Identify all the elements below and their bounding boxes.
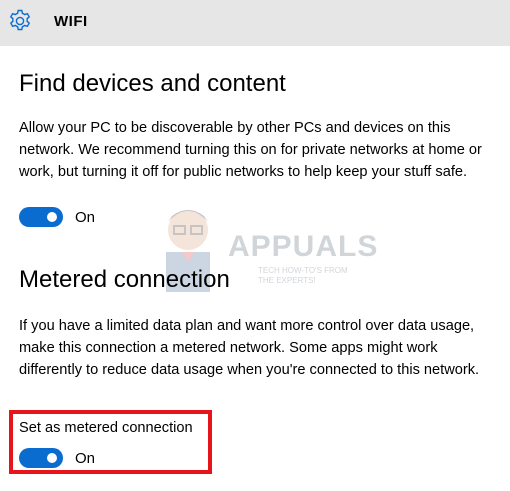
metered-toggle-state: On <box>75 449 96 467</box>
watermark-tagline: TECH HOW-TO'S FROM THE EXPERTS! <box>258 266 348 285</box>
gear-icon[interactable] <box>7 8 33 34</box>
metered-heading: Metered connection <box>19 266 230 293</box>
toggle-knob <box>47 453 57 463</box>
metered-description: If you have a limited data plan and want… <box>19 318 480 378</box>
find-devices-heading: Find devices and content <box>19 70 286 97</box>
find-devices-description: Allow your PC to be discoverable by othe… <box>19 120 482 180</box>
watermark-brand: APPUALS <box>228 230 379 263</box>
find-devices-toggle-state: On <box>75 208 96 226</box>
metered-setting-label: Set as metered connection <box>19 420 193 436</box>
title-bar: WIFI <box>0 0 510 46</box>
metered-toggle[interactable] <box>19 448 63 468</box>
find-devices-toggle[interactable] <box>19 207 63 227</box>
metered-toggle-row: On <box>19 447 95 469</box>
toggle-knob <box>47 212 57 222</box>
page-title: WIFI <box>54 13 88 30</box>
find-devices-toggle-row: On <box>19 206 95 228</box>
